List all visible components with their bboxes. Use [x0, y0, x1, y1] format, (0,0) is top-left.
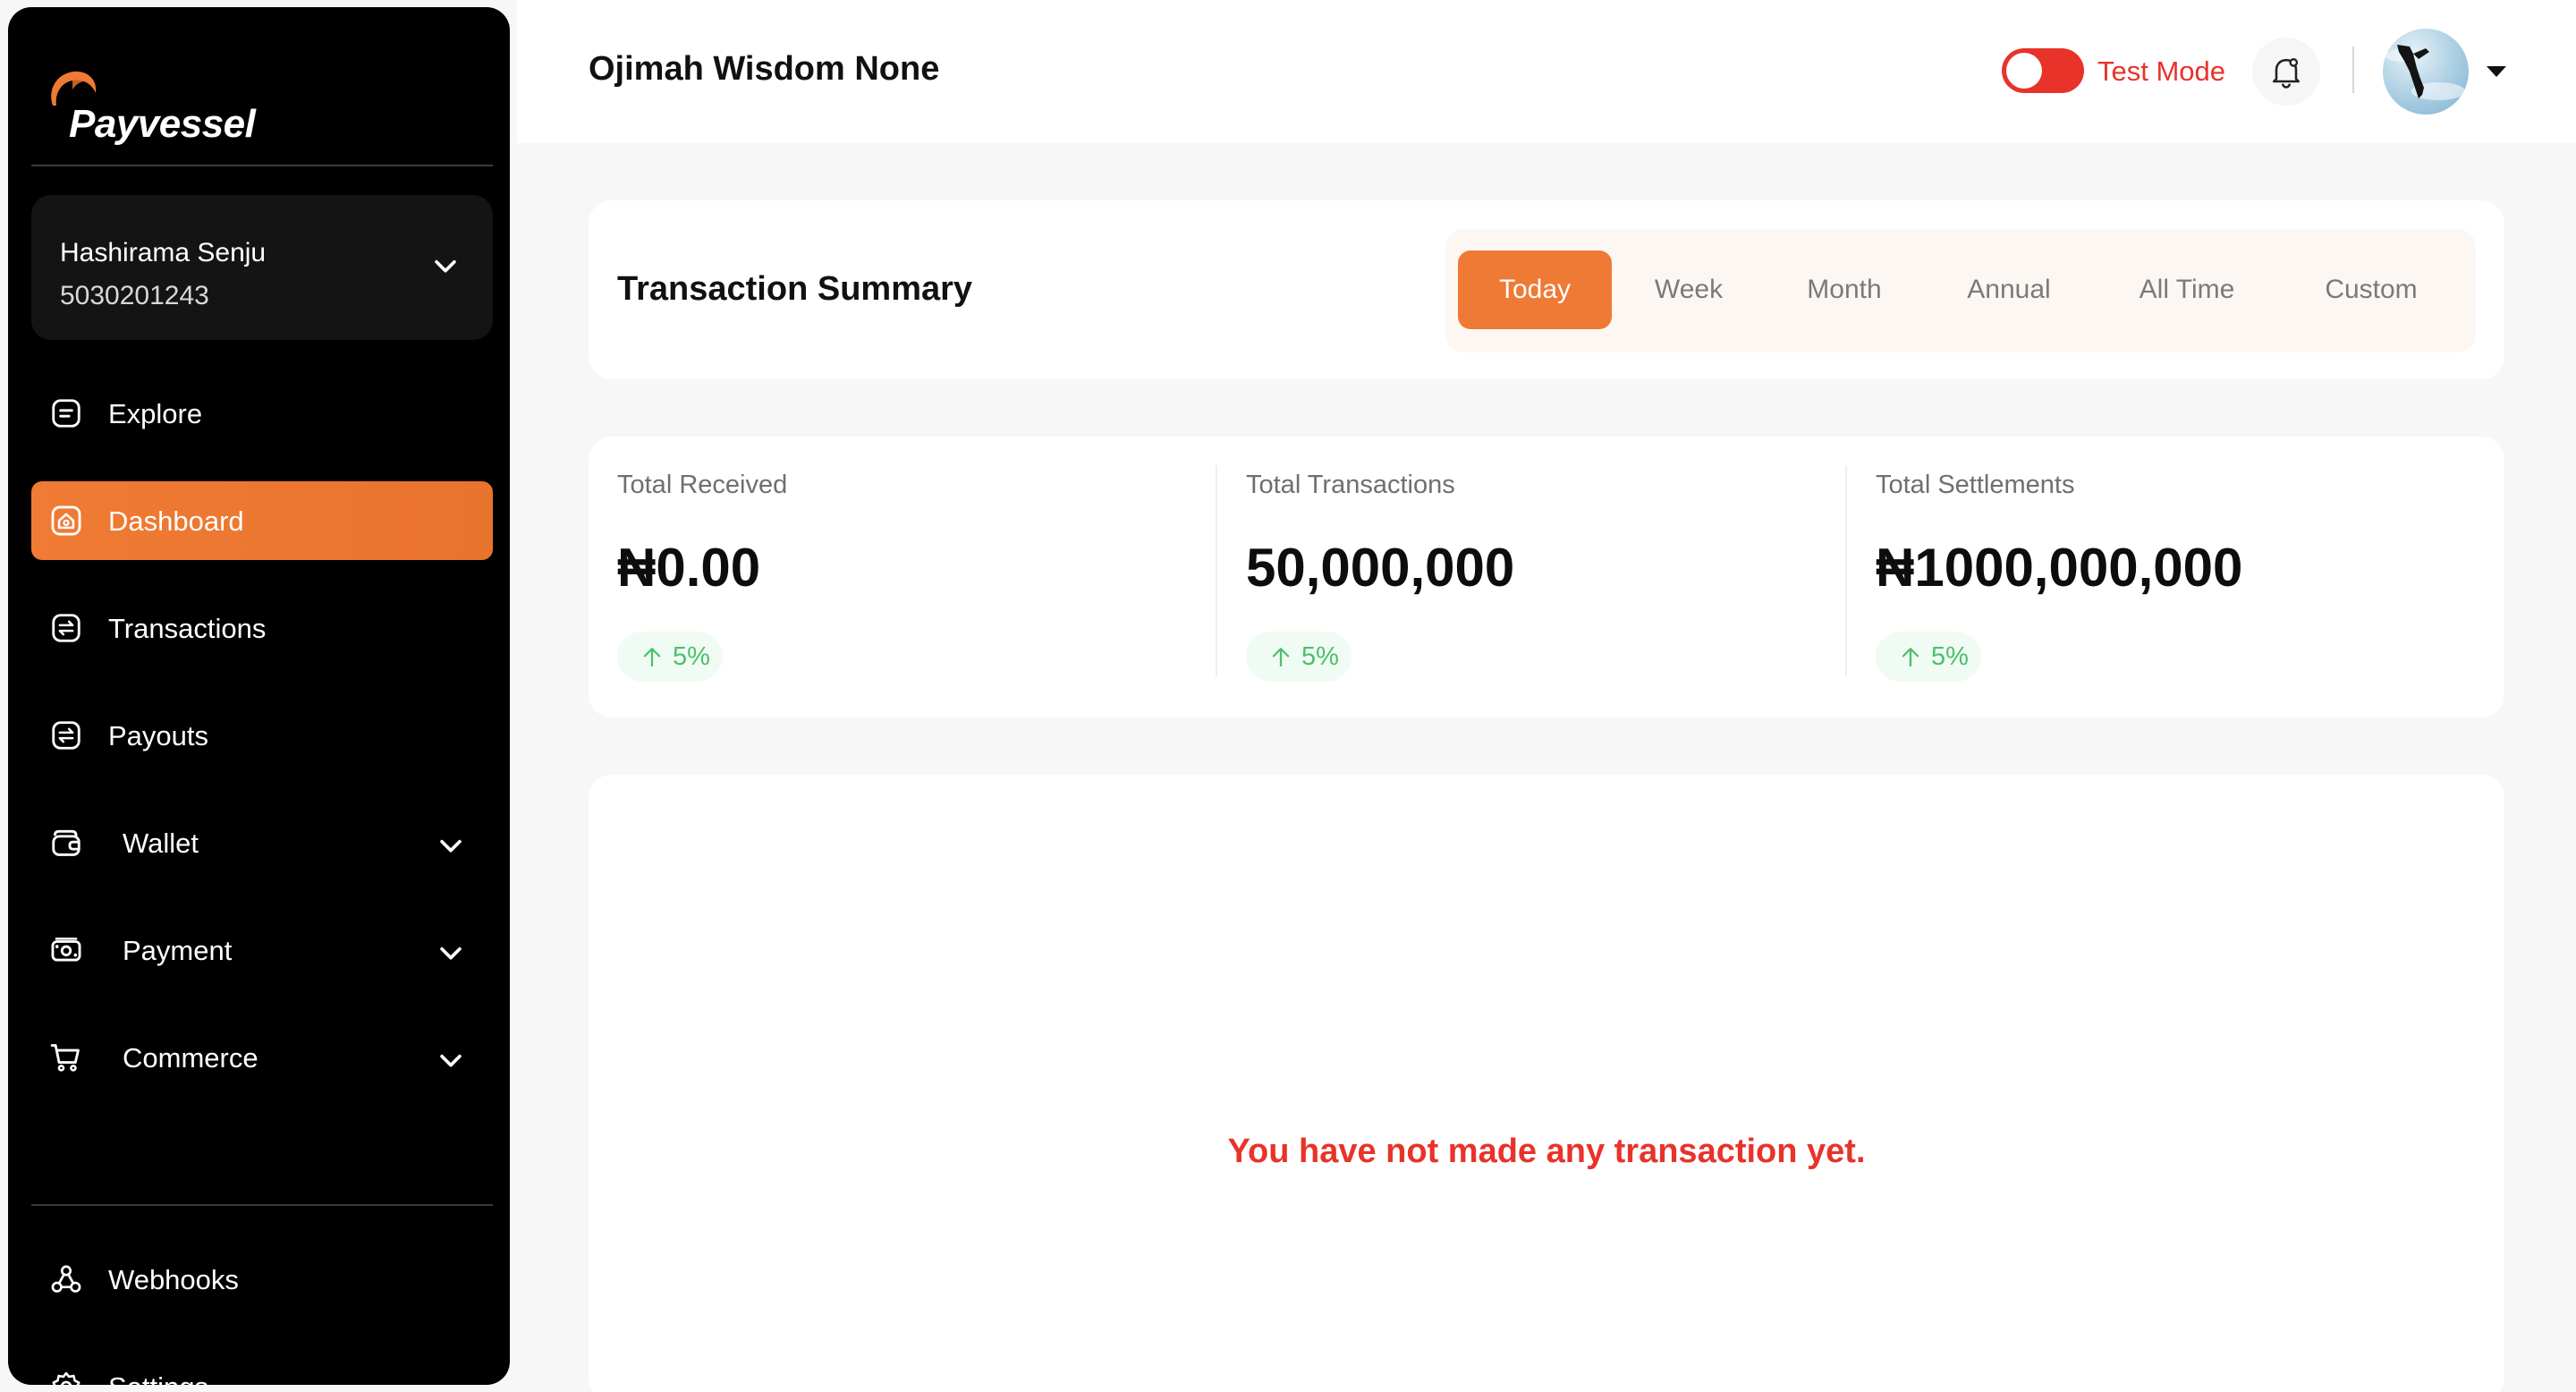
- sidebar: Payvessel Hashirama Senju 5030201243 Exp…: [8, 7, 510, 1385]
- top-bar: Ojimah Wisdom None Test Mode: [517, 0, 2576, 143]
- test-mode-toggle[interactable]: [2002, 48, 2084, 93]
- stat-value: ₦0.00: [617, 538, 761, 598]
- sidebar-item-label: Wallet: [123, 828, 199, 859]
- avatar[interactable]: [2383, 29, 2469, 115]
- sidebar-divider-bottom: [31, 1204, 493, 1206]
- chevron-down-icon: [440, 946, 462, 960]
- stat-total-received: Total Received ₦0.00 5%: [589, 437, 1218, 717]
- change-badge: 5%: [617, 632, 723, 682]
- chevron-down-icon: [440, 1054, 462, 1067]
- sidebar-item-commerce[interactable]: Commerce: [31, 1018, 493, 1097]
- transactions-icon: [52, 614, 80, 642]
- tab-month[interactable]: Month: [1771, 250, 1918, 329]
- stat-total-transactions: Total Transactions 50,000,000 5%: [1217, 437, 1847, 717]
- notifications-button[interactable]: [2252, 38, 2320, 106]
- arrow-up-icon: [643, 648, 661, 667]
- stat-label: Total Transactions: [1246, 471, 1455, 499]
- tab-custom[interactable]: Custom: [2286, 250, 2456, 329]
- header-divider: [2352, 47, 2354, 93]
- change-value: 5%: [1931, 641, 1969, 671]
- wallet-icon: [52, 829, 80, 856]
- home-icon: [51, 505, 81, 536]
- sidebar-item-label: Transactions: [108, 613, 267, 644]
- stat-label: Total Settlements: [1876, 471, 2075, 499]
- chevron-down-icon: [440, 839, 462, 853]
- sidebar-item-webhooks[interactable]: Webhooks: [31, 1240, 493, 1319]
- stat-total-settlements: Total Settlements ₦1000,000,000 5%: [1847, 437, 2477, 717]
- explore-icon: [52, 399, 80, 428]
- change-badge: 5%: [1246, 632, 1352, 682]
- caret-down-icon[interactable]: [2485, 64, 2508, 79]
- sidebar-item-label: Settings: [108, 1371, 208, 1385]
- payvessel-logo[interactable]: Payvessel: [46, 66, 256, 147]
- tab-all-time[interactable]: All Time: [2102, 250, 2272, 329]
- sidebar-item-label: Payouts: [108, 720, 209, 751]
- tab-today[interactable]: Today: [1458, 250, 1612, 329]
- payment-icon: [51, 938, 81, 962]
- sidebar-item-label: Dashboard: [108, 505, 244, 537]
- chevron-down-icon: [435, 259, 456, 273]
- sidebar-item-dashboard[interactable]: Dashboard: [31, 481, 493, 560]
- stats-card: Total Received ₦0.00 5% Total Transactio…: [589, 437, 2504, 717]
- webhook-icon: [51, 1265, 81, 1293]
- test-mode-label: Test Mode: [2097, 55, 2226, 87]
- sidebar-item-label: Payment: [123, 935, 233, 966]
- sidebar-item-label: Commerce: [123, 1042, 258, 1074]
- sidebar-item-transactions[interactable]: Transactions: [31, 589, 493, 667]
- summary-title: Transaction Summary: [617, 270, 973, 308]
- sidebar-item-explore[interactable]: Explore: [31, 374, 493, 453]
- transaction-summary-card: Transaction Summary Today Week Month Ann…: [589, 200, 2504, 379]
- sidebar-item-payment[interactable]: Payment: [31, 911, 493, 989]
- change-value: 5%: [673, 641, 710, 671]
- tab-week[interactable]: Week: [1623, 250, 1755, 329]
- sidebar-item-payouts[interactable]: Payouts: [31, 696, 493, 775]
- arrow-up-icon: [1272, 648, 1290, 667]
- sidebar-item-label: Webhooks: [108, 1264, 239, 1295]
- payouts-icon: [52, 721, 80, 750]
- account-number: 5030201243: [60, 281, 209, 310]
- avatar-image: [2385, 45, 2465, 100]
- account-name: Hashirama Senju: [60, 238, 267, 267]
- sidebar-item-label: Explore: [108, 398, 203, 429]
- sidebar-item-wallet[interactable]: Wallet: [31, 803, 493, 882]
- toggle-knob: [2006, 53, 2042, 89]
- page-title: Ojimah Wisdom None: [589, 50, 940, 88]
- settings-icon: [52, 1371, 80, 1385]
- period-tabs: Today Week Month Annual All Time Custom: [1445, 229, 2476, 352]
- change-value: 5%: [1301, 641, 1339, 671]
- sidebar-item-settings[interactable]: Settings: [31, 1347, 493, 1385]
- sidebar-divider-top: [31, 165, 493, 166]
- bell-icon: [2272, 58, 2301, 89]
- stat-label: Total Received: [617, 471, 788, 499]
- tab-annual[interactable]: Annual: [1934, 250, 2084, 329]
- account-switcher[interactable]: Hashirama Senju 5030201243: [31, 195, 493, 340]
- transactions-panel: You have not made any transaction yet.: [589, 775, 2504, 1392]
- change-badge: 5%: [1876, 632, 1981, 682]
- cart-icon: [50, 1044, 80, 1072]
- arrow-up-icon: [1902, 648, 1919, 667]
- stat-value: ₦1000,000,000: [1876, 538, 2243, 598]
- empty-state-message: You have not made any transaction yet.: [1227, 1133, 1866, 1170]
- brand-name: Payvessel: [69, 102, 256, 146]
- stat-value: 50,000,000: [1246, 538, 1515, 598]
